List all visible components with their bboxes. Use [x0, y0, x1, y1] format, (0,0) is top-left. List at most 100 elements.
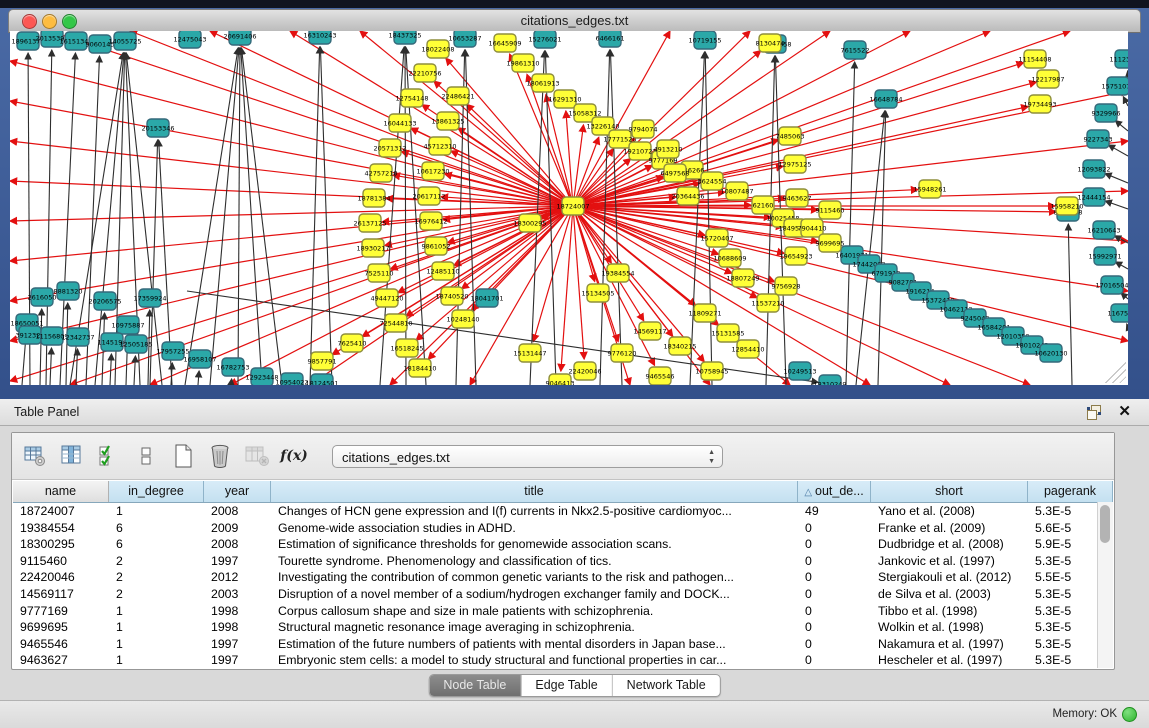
cell-title[interactable]: Estimation of significance thresholds fo…	[271, 536, 798, 553]
cell-out-de-[interactable]: 0	[798, 569, 871, 586]
float-window-icon[interactable]	[1087, 405, 1101, 419]
graph-node[interactable]: 9756928	[772, 277, 801, 295]
graph-node[interactable]: 18022408	[421, 40, 454, 58]
table-row[interactable]: 1830029562008Estimation of significance …	[13, 536, 1113, 553]
cell-name[interactable]: 9777169	[13, 603, 109, 620]
graph-node[interactable]: 9046413	[546, 374, 575, 385]
graph-node[interactable]: 9699695	[816, 234, 845, 252]
table-row[interactable]: 911546021997Tourette syndrome. Phenomeno…	[13, 553, 1113, 570]
column-header-pagerank[interactable]: pagerank	[1028, 481, 1113, 502]
cell-in-degree[interactable]: 6	[109, 536, 204, 553]
cell-out-de-[interactable]: 0	[798, 603, 871, 620]
graph-node[interactable]: 10758945	[695, 362, 728, 380]
cell-title[interactable]: Investigating the contribution of common…	[271, 569, 798, 586]
graph-node[interactable]: 9227343	[1084, 130, 1113, 148]
graph-node[interactable]: 7485063	[776, 127, 805, 145]
graph-node[interactable]: 12923448	[245, 368, 278, 385]
graph-node[interactable]: 11154408	[1018, 50, 1051, 68]
graph-node[interactable]: 20571312	[373, 139, 406, 157]
cell-short[interactable]: Stergiakouli et al. (2012)	[871, 569, 1028, 586]
graph-node[interactable]: 15134505	[581, 284, 614, 302]
cell-title[interactable]: Corpus callosum shape and size in male p…	[271, 603, 798, 620]
graph-node[interactable]: 42757210	[364, 164, 397, 182]
graph-node[interactable]: 16976412	[414, 212, 447, 230]
citation-network-graph[interactable]: 1896137220135391161513429060143140557251…	[10, 31, 1128, 385]
table-row[interactable]: 1872400712008Changes of HCN gene express…	[13, 503, 1113, 520]
graph-node[interactable]: 12475043	[173, 31, 206, 48]
graph-node[interactable]: 62160	[752, 196, 774, 214]
cell-title[interactable]: Estimation of the future numbers of pati…	[271, 636, 798, 653]
cell-name[interactable]: 14569117	[13, 586, 109, 603]
cell-short[interactable]: Tibbo et al. (1998)	[871, 603, 1028, 620]
cell-in-degree[interactable]: 1	[109, 619, 204, 636]
cell-year[interactable]: 1997	[204, 636, 271, 653]
table-vertical-scrollbar[interactable]	[1097, 502, 1113, 668]
graph-node[interactable]: 16648784	[869, 90, 902, 108]
graph-node[interactable]: 12854410	[731, 340, 764, 358]
graph-node[interactable]: 9857791	[308, 352, 337, 370]
cell-short[interactable]: Hescheler et al. (1997)	[871, 652, 1028, 668]
cell-year[interactable]: 2008	[204, 536, 271, 553]
cell-in-degree[interactable]: 2	[109, 586, 204, 603]
cell-year[interactable]: 1998	[204, 619, 271, 636]
column-header-title[interactable]: title	[271, 481, 798, 502]
graph-node[interactable]: 15131447	[513, 344, 546, 362]
graph-node[interactable]: 9463627	[783, 189, 812, 207]
table-row[interactable]: 969969511998Structural magnetic resonanc…	[13, 619, 1113, 636]
column-header-name[interactable]: name	[13, 481, 109, 502]
cell-name[interactable]: 22420046	[13, 569, 109, 586]
cell-title[interactable]: Structural magnetic resonance image aver…	[271, 619, 798, 636]
cell-name[interactable]: 19384554	[13, 520, 109, 537]
cell-out-de-[interactable]: 0	[798, 520, 871, 537]
cell-out-de-[interactable]: 0	[798, 652, 871, 668]
graph-node[interactable]: 1167533	[1108, 304, 1128, 322]
tab-network-table[interactable]: Network Table	[613, 675, 720, 696]
cell-title[interactable]: Embryonic stem cells: a model to study s…	[271, 652, 798, 668]
cell-out-de-[interactable]: 0	[798, 619, 871, 636]
graph-node[interactable]: 9465546	[646, 367, 675, 385]
cell-year[interactable]: 1997	[204, 652, 271, 668]
cell-name[interactable]: 9699695	[13, 619, 109, 636]
cell-name[interactable]: 9465546	[13, 636, 109, 653]
cell-year[interactable]: 1998	[204, 603, 271, 620]
graph-node[interactable]: 10719155	[688, 31, 721, 49]
graph-node[interactable]: 15131585	[711, 324, 744, 342]
cell-year[interactable]: 2012	[204, 569, 271, 586]
table-row[interactable]: 1456911722003Disruption of a novel membe…	[13, 586, 1113, 603]
window-titlebar[interactable]: citations_edges.txt	[8, 9, 1141, 33]
graph-node[interactable]: 12093822	[1077, 160, 1110, 178]
graph-node[interactable]: 20153346	[141, 119, 174, 137]
column-header-short[interactable]: short	[871, 481, 1028, 502]
table-row[interactable]: 946554611997Estimation of the future num…	[13, 636, 1113, 653]
graph-node[interactable]: 20206575	[88, 292, 121, 310]
column-header-in-degree[interactable]: in_degree	[109, 481, 204, 502]
graph-node[interactable]: 2616050	[28, 288, 57, 306]
cell-year[interactable]: 2009	[204, 520, 271, 537]
graph-node[interactable]: 15948261	[913, 180, 946, 198]
show-columns-icon[interactable]	[59, 443, 85, 469]
graph-node[interactable]: 9329966	[1092, 104, 1121, 122]
cell-in-degree[interactable]: 1	[109, 636, 204, 653]
cell-year[interactable]: 1997	[204, 553, 271, 570]
column-header-out-de-[interactable]: △out_de...	[798, 481, 871, 502]
graph-node[interactable]: 10688609	[713, 249, 746, 267]
graph-node[interactable]: 26137125	[353, 214, 386, 232]
graph-node[interactable]: 22210756	[408, 64, 441, 82]
graph-node[interactable]: 18781384	[357, 189, 390, 207]
graph-node[interactable]: 18310249	[813, 375, 846, 385]
graph-node[interactable]: 15751074	[1101, 77, 1128, 95]
graph-node[interactable]: 6497568	[661, 164, 690, 182]
cell-year[interactable]: 2003	[204, 586, 271, 603]
cell-name[interactable]: 18724007	[13, 503, 109, 520]
graph-node[interactable]: 45712310	[423, 137, 456, 155]
cell-short[interactable]: Nakamura et al. (1997)	[871, 636, 1028, 653]
tab-node-table[interactable]: Node Table	[429, 675, 521, 696]
cell-in-degree[interactable]: 1	[109, 503, 204, 520]
select-functions-icon[interactable]	[96, 443, 122, 469]
delete-icon[interactable]	[207, 443, 233, 469]
graph-node[interactable]: 18041701	[470, 289, 503, 307]
graph-node[interactable]: 6466161	[596, 31, 625, 47]
graph-node[interactable]: 7625410	[338, 334, 367, 352]
table-row[interactable]: 2242004622012Investigating the contribut…	[13, 569, 1113, 586]
cell-in-degree[interactable]: 6	[109, 520, 204, 537]
